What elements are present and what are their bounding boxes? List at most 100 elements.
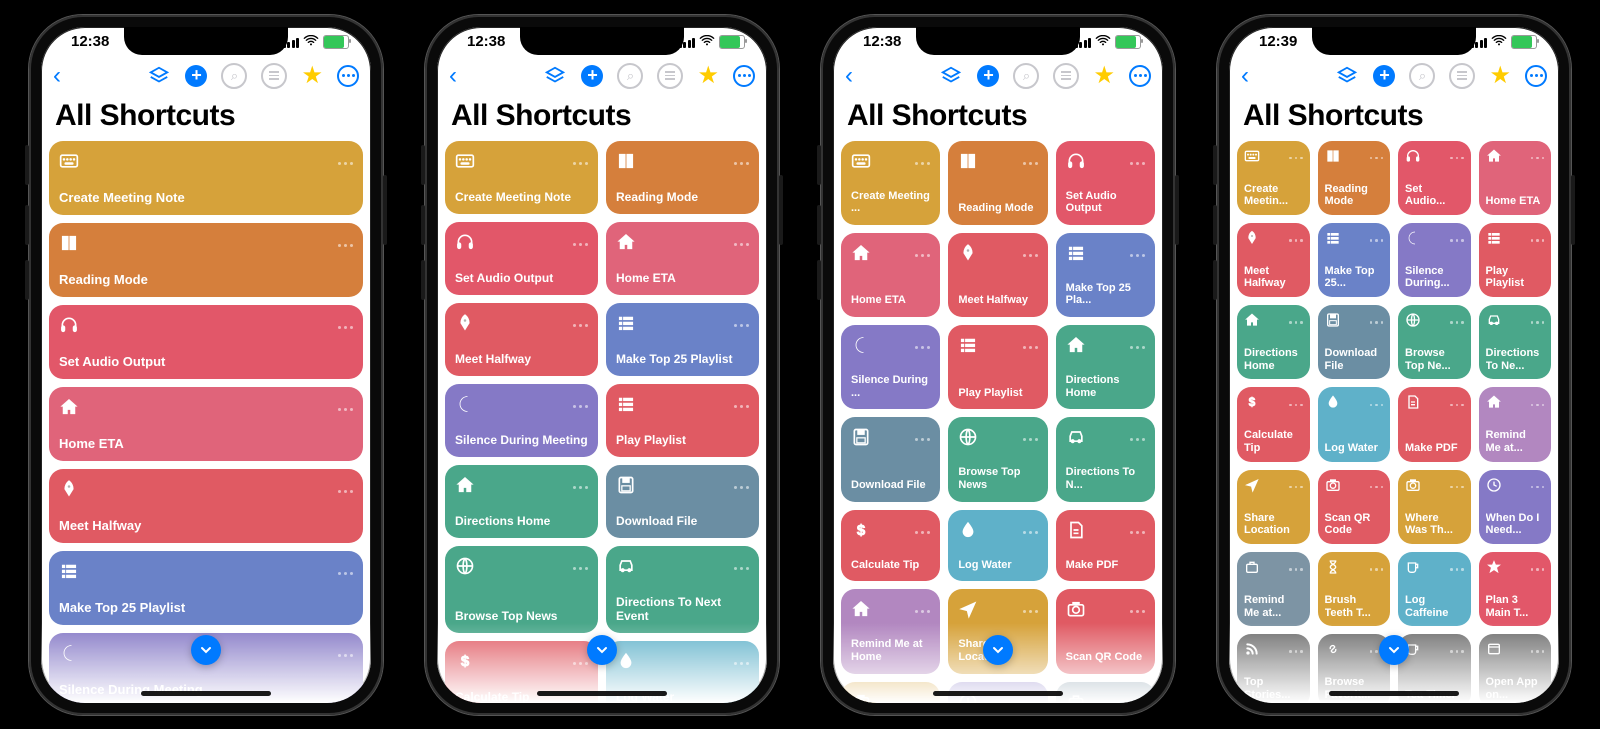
shortcut-tile[interactable]: Meet Halfway: [948, 233, 1047, 317]
search-button[interactable]: ⌕: [1409, 63, 1435, 89]
shortcuts-grid[interactable]: Create Meeting ... Reading Mode Set Audi…: [833, 141, 1163, 703]
tile-more-icon[interactable]: [734, 405, 749, 408]
home-indicator[interactable]: [1329, 691, 1459, 696]
tile-more-icon[interactable]: [1450, 157, 1464, 160]
menu-button[interactable]: [657, 63, 683, 89]
add-button[interactable]: +: [977, 65, 999, 87]
more-button[interactable]: [1525, 65, 1547, 87]
shortcut-tile[interactable]: Reading Mode: [606, 141, 759, 214]
search-button[interactable]: ⌕: [1013, 63, 1039, 89]
add-button[interactable]: +: [1373, 65, 1395, 87]
shortcut-tile[interactable]: Where Was Th...: [1398, 470, 1471, 544]
pulldown-button[interactable]: [983, 635, 1013, 665]
tile-more-icon[interactable]: [1130, 610, 1145, 613]
menu-button[interactable]: [1053, 63, 1079, 89]
tile-more-icon[interactable]: [1531, 568, 1545, 571]
tile-more-icon[interactable]: [734, 567, 749, 570]
shortcut-tile[interactable]: Home ETA: [841, 233, 940, 317]
layers-button[interactable]: [543, 64, 567, 88]
tile-more-icon[interactable]: [573, 324, 588, 327]
shortcut-tile[interactable]: Reading Mode: [49, 223, 363, 297]
tile-more-icon[interactable]: [1450, 568, 1464, 571]
tile-more-icon[interactable]: [915, 610, 930, 613]
more-button[interactable]: [733, 65, 755, 87]
tile-more-icon[interactable]: [1289, 650, 1303, 653]
tile-more-icon[interactable]: [1531, 157, 1545, 160]
shortcut-tile[interactable]: Directions To Next Event: [606, 546, 759, 633]
tile-more-icon[interactable]: [734, 662, 749, 665]
tile-more-icon[interactable]: [734, 486, 749, 489]
back-button[interactable]: ‹: [845, 62, 937, 90]
layers-button[interactable]: [939, 64, 963, 88]
tile-more-icon[interactable]: [1370, 321, 1384, 324]
tile-more-icon[interactable]: [1450, 650, 1464, 653]
home-indicator[interactable]: [141, 691, 271, 696]
tile-more-icon[interactable]: [573, 662, 588, 665]
tile-more-icon[interactable]: [1023, 254, 1038, 257]
home-indicator[interactable]: [933, 691, 1063, 696]
shortcut-tile[interactable]: Silence During ...: [841, 325, 940, 409]
shortcuts-grid[interactable]: Create Meetin... Reading Mode Set Audio.…: [1229, 141, 1559, 703]
shortcut-tile[interactable]: Directions Home: [1237, 305, 1310, 379]
tile-more-icon[interactable]: [1130, 162, 1145, 165]
tile-more-icon[interactable]: [1130, 346, 1145, 349]
tile-more-icon[interactable]: [338, 162, 353, 165]
tile-more-icon[interactable]: [1289, 404, 1303, 407]
tile-more-icon[interactable]: [1130, 254, 1145, 257]
tile-more-icon[interactable]: [1023, 346, 1038, 349]
shortcut-tile[interactable]: Set Audio Output: [49, 305, 363, 379]
tile-more-icon[interactable]: [915, 162, 930, 165]
search-button[interactable]: ⌕: [221, 63, 247, 89]
tile-more-icon[interactable]: [338, 654, 353, 657]
star-button[interactable]: ★: [1489, 61, 1511, 90]
shortcut-tile[interactable]: Make Top 25 Playlist: [606, 303, 759, 376]
tile-more-icon[interactable]: [734, 162, 749, 165]
shortcut-tile[interactable]: Reading Mode: [948, 141, 1047, 225]
tile-more-icon[interactable]: [915, 531, 930, 534]
shortcut-tile[interactable]: Where Was This ...: [841, 682, 940, 703]
star-button[interactable]: ★: [697, 61, 719, 90]
home-indicator[interactable]: [537, 691, 667, 696]
pulldown-button[interactable]: [587, 635, 617, 665]
tile-more-icon[interactable]: [1289, 486, 1303, 489]
menu-button[interactable]: [1449, 63, 1475, 89]
more-button[interactable]: [1129, 65, 1151, 87]
shortcut-tile[interactable]: Plan 3 Main T...: [1479, 552, 1552, 626]
back-button[interactable]: ‹: [449, 62, 541, 90]
tile-more-icon[interactable]: [1023, 610, 1038, 613]
shortcut-tile[interactable]: Meet Halfway: [1237, 223, 1310, 297]
shortcut-tile[interactable]: Reading Mode: [1318, 141, 1391, 215]
shortcut-tile[interactable]: Set Audio Output: [445, 222, 598, 295]
shortcut-tile[interactable]: Browse Top News: [948, 417, 1047, 501]
layers-button[interactable]: [147, 64, 171, 88]
tile-more-icon[interactable]: [1450, 486, 1464, 489]
shortcut-tile[interactable]: Make Top 25 Pla...: [1056, 233, 1155, 317]
add-button[interactable]: +: [185, 65, 207, 87]
shortcut-tile[interactable]: Directions Home: [1056, 325, 1155, 409]
layers-button[interactable]: [1335, 64, 1359, 88]
tile-more-icon[interactable]: [1531, 239, 1545, 242]
tile-more-icon[interactable]: [915, 438, 930, 441]
shortcut-tile[interactable]: Play Playlist: [948, 325, 1047, 409]
tile-more-icon[interactable]: [573, 567, 588, 570]
shortcut-tile[interactable]: Brush Teeth T...: [1318, 552, 1391, 626]
shortcut-tile[interactable]: Make Top 25 Playlist: [49, 551, 363, 625]
shortcut-tile[interactable]: Set Audio Output: [1056, 141, 1155, 225]
tile-more-icon[interactable]: [573, 486, 588, 489]
shortcut-tile[interactable]: Download File: [1318, 305, 1391, 379]
search-button[interactable]: ⌕: [617, 63, 643, 89]
shortcut-tile[interactable]: Home ETA: [1479, 141, 1552, 215]
shortcut-tile[interactable]: Calculate Tip: [1237, 387, 1310, 461]
tile-more-icon[interactable]: [338, 244, 353, 247]
tile-more-icon[interactable]: [1531, 650, 1545, 653]
tile-more-icon[interactable]: [573, 405, 588, 408]
shortcut-tile[interactable]: Meet Halfway: [49, 469, 363, 543]
tile-more-icon[interactable]: [1370, 239, 1384, 242]
shortcut-tile[interactable]: Make PDF: [1056, 510, 1155, 582]
tile-more-icon[interactable]: [573, 162, 588, 165]
tile-more-icon[interactable]: [1370, 568, 1384, 571]
tile-more-icon[interactable]: [338, 326, 353, 329]
menu-button[interactable]: [261, 63, 287, 89]
shortcut-tile[interactable]: Open App on...: [1479, 634, 1552, 702]
shortcut-tile[interactable]: Directions To N...: [1056, 417, 1155, 501]
